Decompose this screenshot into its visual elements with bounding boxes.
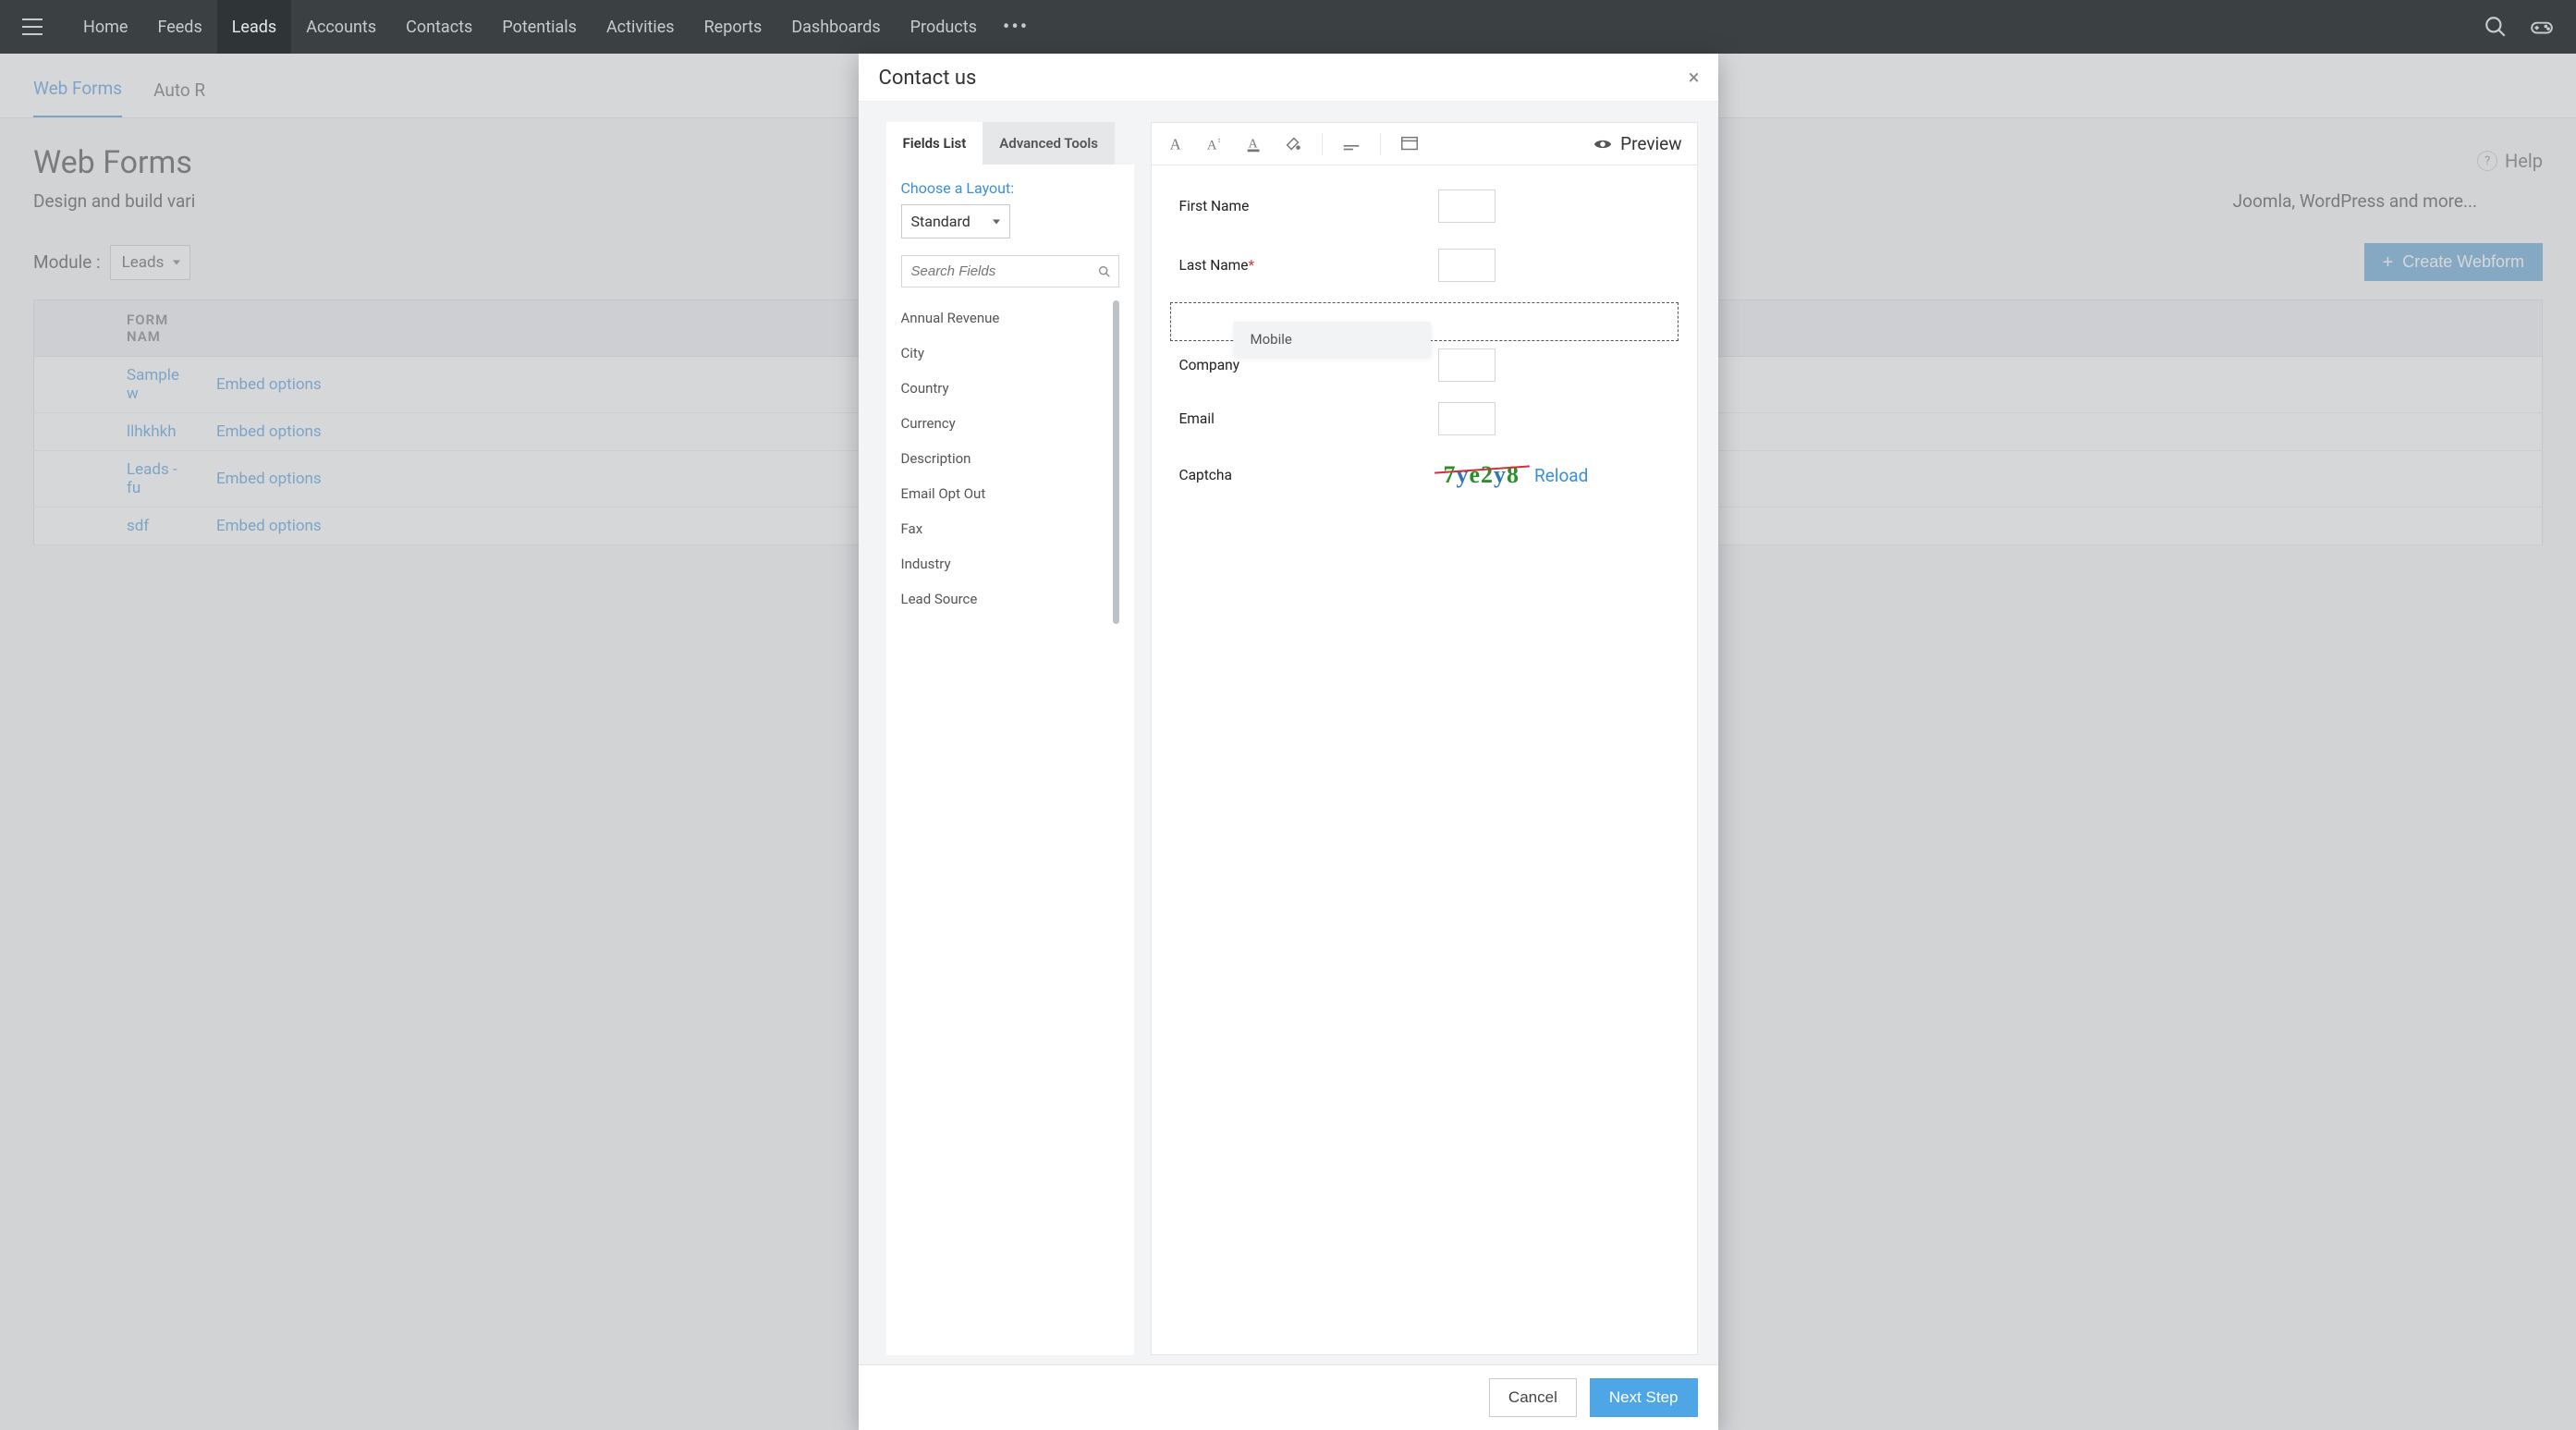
search-fields-input[interactable] — [901, 255, 1119, 287]
label-first-name: First Name — [1179, 198, 1438, 214]
search-icon — [1097, 264, 1112, 279]
tab-fields-list[interactable]: Fields List — [886, 122, 983, 165]
cancel-button[interactable]: Cancel — [1489, 1378, 1577, 1417]
field-industry[interactable]: Industry — [901, 546, 1119, 581]
width-icon[interactable] — [1341, 134, 1361, 154]
nav-products[interactable]: Products — [896, 0, 992, 54]
hamburger-icon[interactable] — [22, 18, 43, 35]
nav-dashboards[interactable]: Dashboards — [776, 0, 895, 54]
svg-text:A: A — [1206, 138, 1216, 153]
label-company: Company — [1179, 357, 1438, 373]
field-currency[interactable]: Currency — [901, 406, 1119, 441]
editor-toolbar: A A↕ A — [1152, 123, 1697, 165]
eye-icon — [1593, 134, 1613, 154]
dragging-field-mobile[interactable]: Mobile — [1234, 322, 1431, 357]
layout-select[interactable]: Standard — [901, 204, 1010, 238]
gamepad-icon[interactable] — [2530, 15, 2554, 39]
nav-potentials[interactable]: Potentials — [487, 0, 592, 54]
nav-reports[interactable]: Reports — [690, 0, 777, 54]
modal-footer: Cancel Next Step — [859, 1364, 1718, 1430]
nav-contacts[interactable]: Contacts — [391, 0, 487, 54]
close-icon[interactable]: × — [1689, 68, 1700, 89]
nav-activities[interactable]: Activities — [592, 0, 690, 54]
font-color-icon[interactable]: A — [1244, 134, 1264, 154]
modal-header: Contact us × — [859, 54, 1718, 102]
svg-text:↕: ↕ — [1216, 136, 1220, 145]
nav-leads[interactable]: Leads — [217, 0, 291, 54]
font-size-icon[interactable]: A↕ — [1205, 134, 1226, 154]
search-icon[interactable] — [2484, 15, 2508, 39]
svg-text:A: A — [1248, 136, 1257, 150]
svg-text:A: A — [1169, 135, 1180, 153]
input-email[interactable] — [1438, 402, 1496, 435]
field-annual-revenue[interactable]: Annual Revenue — [901, 300, 1119, 336]
field-city[interactable]: City — [901, 336, 1119, 371]
choose-layout-label: Choose a Layout: — [901, 179, 1119, 197]
input-first-name[interactable] — [1438, 189, 1496, 223]
field-lead-source[interactable]: Lead Source — [901, 581, 1119, 617]
top-nav: Home Feeds Leads Accounts Contacts Poten… — [0, 0, 2576, 54]
label-captcha: Captcha — [1179, 467, 1438, 483]
available-fields-list[interactable]: Annual Revenue City Country Currency Des… — [901, 300, 1119, 624]
modal-title: Contact us — [879, 67, 977, 90]
webform-editor-modal: Contact us × Fields List Advanced Tools … — [859, 54, 1718, 1430]
label-last-name: Last Name* — [1179, 257, 1438, 274]
fields-panel: Fields List Advanced Tools Choose a Layo… — [886, 122, 1134, 1355]
tab-advanced-tools[interactable]: Advanced Tools — [983, 122, 1115, 165]
field-fax[interactable]: Fax — [901, 511, 1119, 546]
nav-feeds[interactable]: Feeds — [142, 0, 216, 54]
reload-captcha-link[interactable]: Reload — [1534, 465, 1588, 486]
nav-items: Home Feeds Leads Accounts Contacts Poten… — [68, 0, 1040, 54]
form-canvas: A A↕ A — [1151, 122, 1698, 1355]
field-description[interactable]: Description — [901, 441, 1119, 476]
field-email-opt-out[interactable]: Email Opt Out — [901, 476, 1119, 511]
input-last-name[interactable] — [1438, 249, 1496, 282]
nav-accounts[interactable]: Accounts — [291, 0, 391, 54]
input-company[interactable] — [1438, 348, 1496, 382]
captcha-image: 7ye2y8 — [1438, 461, 1526, 489]
drop-zone[interactable]: Mobile — [1170, 302, 1679, 341]
nav-more-icon[interactable]: ••• — [992, 16, 1040, 39]
layout-icon[interactable] — [1399, 134, 1420, 154]
font-family-icon[interactable]: A — [1166, 134, 1187, 154]
field-country[interactable]: Country — [901, 371, 1119, 406]
bg-color-icon[interactable] — [1283, 134, 1303, 154]
nav-home[interactable]: Home — [68, 0, 142, 54]
label-email: Email — [1179, 410, 1438, 427]
next-step-button[interactable]: Next Step — [1590, 1378, 1698, 1417]
preview-toggle[interactable]: Preview — [1593, 133, 1681, 154]
